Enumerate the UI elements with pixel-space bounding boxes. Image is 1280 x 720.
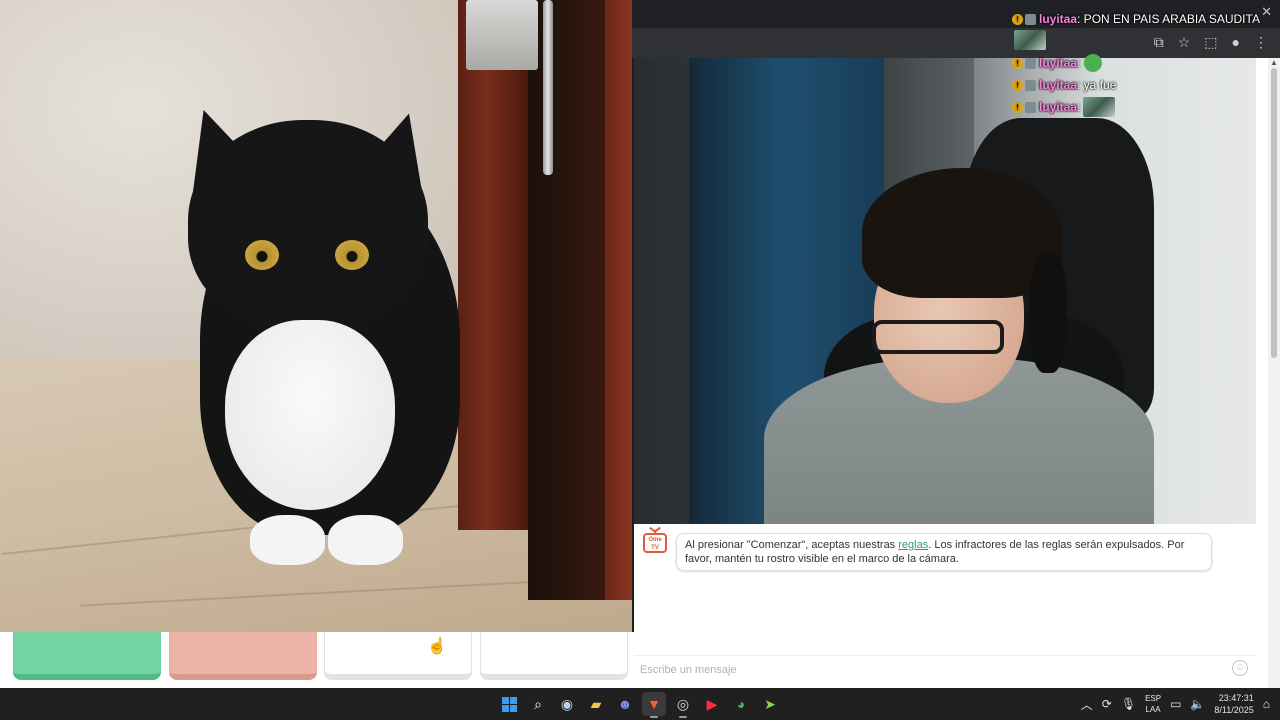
cat-eye-left [245, 240, 279, 270]
sync-icon[interactable]: ⟳ [1102, 697, 1112, 711]
page-gutter [1256, 58, 1268, 688]
badge-icon [1025, 57, 1036, 69]
text-chat-panel: Ome TV Al presionar "Comenzar", aceptas … [634, 524, 1256, 688]
chat-username: luyitaa [1039, 78, 1078, 92]
chrome-icon[interactable]: ◕ [729, 692, 753, 716]
chat-text: : [1077, 100, 1081, 114]
chat-message: ! luyitaa : PON EN PAIS ARABIA SAUDITA [1012, 8, 1262, 30]
country-button[interactable] [324, 632, 472, 680]
microphone-icon[interactable]: 🎙 [1121, 697, 1136, 711]
person-glasses [872, 320, 1004, 354]
search-icon[interactable]: ⌕ [526, 692, 550, 716]
badge-icon [1025, 79, 1036, 91]
clock-time: 23:47:31 [1218, 693, 1254, 703]
clock-date: 8/11/2025 [1214, 705, 1254, 715]
person-headset [1029, 253, 1067, 373]
chat-username: luyitaa [1039, 100, 1078, 114]
chat-text: : [1077, 56, 1081, 70]
system-tray: ︿ ⟳ 🎙 ESP LAA ▭ 🔈 23:47:31 8/11/2025 ⌂ [1081, 688, 1270, 720]
message-input[interactable] [640, 660, 1220, 680]
stranger-video [0, 0, 632, 632]
youtube-music-icon[interactable]: ▶ [700, 692, 724, 716]
stream-chat-overlay: ! luyitaa : PON EN PAIS ARABIA SAUDITA !… [1012, 8, 1262, 118]
scrollbar[interactable]: ▲ [1268, 58, 1280, 688]
cat-paw-right [328, 515, 403, 565]
pixel-emote-icon [1083, 97, 1116, 117]
subscriber-badge-icon: ! [1012, 79, 1023, 91]
video-controls [0, 632, 634, 688]
badge-icon [1025, 101, 1036, 113]
frog-emote-icon [1083, 53, 1106, 73]
chat-message: ! luyitaa : ya fue [1012, 74, 1262, 96]
brave-icon[interactable]: ▼ [642, 692, 666, 718]
notice-text: Al presionar "Comenzar", aceptas nuestra… [685, 539, 899, 551]
rules-link[interactable]: reglas [898, 539, 928, 551]
gender-button[interactable] [480, 632, 628, 680]
message-composer: ☺ [634, 655, 1256, 682]
close-icon[interactable]: ✕ [1261, 4, 1272, 20]
pixel-emote-icon [1014, 30, 1046, 50]
taskbar: ⌕ ◉ ▰ ☻ ▼ ◎ ▶ ◕ ➤ ︿ ⟳ 🎙 ESP LAA ▭ 🔈 23:4… [0, 688, 1280, 720]
language-code: ESP [1145, 694, 1162, 703]
hand-cursor-icon: ☝ [427, 638, 447, 655]
emoji-icon[interactable]: ☺ [1232, 660, 1248, 676]
screen: ✕ ⧉ ☆ ⬚ ● ⋮ ▲ ! luyitaa : PON EN PAIS AR… [0, 0, 1280, 720]
rules-notice: Al presionar "Comenzar", aceptas nuestra… [676, 533, 1212, 571]
chat-message: ! luyitaa : [1012, 96, 1262, 118]
chat-text: : ya fue [1077, 78, 1117, 92]
chat-text: : PON EN PAIS ARABIA SAUDITA [1077, 12, 1260, 26]
subscriber-badge-icon: ! [1012, 57, 1023, 69]
notification-icon[interactable]: ⌂ [1263, 697, 1270, 711]
chevron-up-icon[interactable]: ︿ [1081, 696, 1093, 713]
cat-chest [225, 320, 395, 510]
self-video [634, 58, 1256, 524]
obs-icon[interactable]: ◎ [671, 692, 695, 718]
door-frame [458, 0, 528, 530]
start-button[interactable] [13, 632, 161, 680]
discord-icon[interactable]: ☻ [613, 692, 637, 716]
chat-username: luyitaa [1039, 12, 1078, 26]
door-hinge-pin [543, 0, 553, 175]
cat-eye-right [335, 240, 369, 270]
cat-head [188, 120, 428, 330]
door-edge [605, 0, 632, 600]
cat-paw-left [250, 515, 325, 565]
door-shadow [528, 0, 608, 600]
language-indicator[interactable]: ESP LAA [1145, 693, 1161, 715]
game-launcher-icon[interactable]: ➤ [758, 692, 782, 716]
ometv-logo-icon: Ome TV [643, 533, 667, 553]
badge-icon [1025, 13, 1036, 25]
scrollbar-thumb[interactable] [1271, 68, 1277, 358]
clock[interactable]: 23:47:31 8/11/2025 [1214, 692, 1253, 716]
scroll-up-icon[interactable]: ▲ [1270, 58, 1278, 67]
volume-icon[interactable]: 🔈 [1190, 697, 1205, 711]
door-hinge [466, 0, 538, 70]
steam-icon[interactable]: ◉ [555, 692, 579, 716]
file-explorer-icon[interactable]: ▰ [584, 692, 608, 716]
subscriber-badge-icon: ! [1012, 13, 1023, 25]
stop-button[interactable] [169, 632, 317, 680]
windows-start-icon[interactable] [497, 692, 521, 716]
subscriber-badge-icon: ! [1012, 101, 1023, 113]
chat-username: luyitaa [1039, 56, 1078, 70]
layout-code: LAA [1145, 705, 1161, 714]
network-icon[interactable]: ▭ [1170, 697, 1181, 711]
chat-message: ! luyitaa : [1012, 52, 1262, 74]
